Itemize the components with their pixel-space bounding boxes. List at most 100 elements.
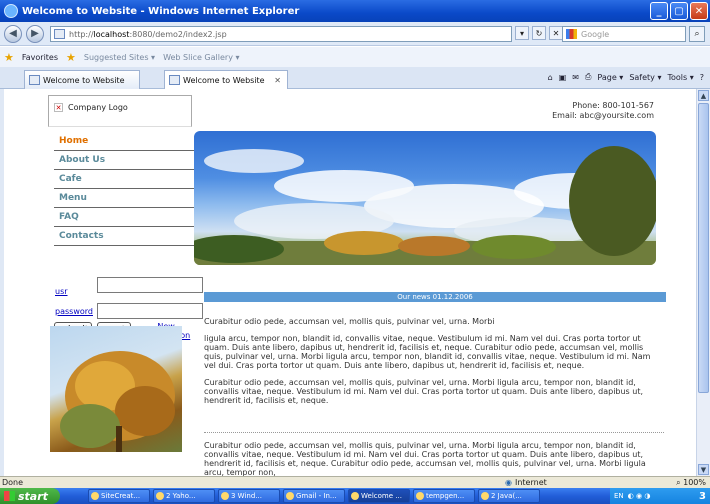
tab-label: Welcome to Website <box>183 75 265 85</box>
page-favicon-icon <box>54 29 65 39</box>
status-bar: Done ◉ Internet ⌕ 100% <box>0 476 710 488</box>
menu-item-faq[interactable]: FAQ <box>54 208 198 227</box>
forward-button[interactable]: ▶ <box>26 24 44 43</box>
browser-window: Welcome to Website - Windows Internet Ex… <box>0 0 710 504</box>
taskbar-item[interactable]: 2 Yaho... <box>153 489 215 503</box>
username-field[interactable] <box>97 277 203 293</box>
feeds-icon[interactable]: ▣ <box>559 73 567 82</box>
news-paragraph: Curabitur odio pede, accumsan vel, molli… <box>204 378 644 405</box>
phone: Phone: 800-101-567 <box>572 101 654 110</box>
print-icon[interactable]: ⎙ <box>585 72 591 82</box>
url-host: localhost <box>93 29 130 39</box>
app-icon <box>286 492 294 500</box>
vertical-scrollbar[interactable]: ▲ ▼ <box>696 89 710 476</box>
broken-image-icon: ✕ <box>54 103 63 112</box>
tab-favicon-icon <box>29 75 40 85</box>
stop-icon[interactable]: ✕ <box>549 26 563 40</box>
tab-label: Welcome to Website <box>43 75 125 85</box>
main-menu: Home About Us Cafe Menu FAQ Contacts <box>54 132 198 246</box>
title-bar: Welcome to Website - Windows Internet Ex… <box>0 0 710 22</box>
tab-favicon-icon <box>169 75 180 85</box>
menu-item-home[interactable]: Home <box>54 132 198 151</box>
help-icon[interactable]: ? <box>700 73 704 82</box>
zoom-level: 100% <box>683 478 706 487</box>
folder-icon <box>221 492 229 500</box>
banner-image <box>194 131 656 265</box>
scroll-up-icon[interactable]: ▲ <box>698 90 709 101</box>
menu-item-about-us[interactable]: About Us <box>54 151 198 170</box>
taskbar-item-label: tempgen... <box>426 492 465 500</box>
app-icon <box>91 492 99 500</box>
favorites-star-icon[interactable]: ★ <box>4 51 14 64</box>
app-icon <box>156 492 164 500</box>
dropdown-icon[interactable]: ▾ <box>515 26 529 40</box>
tab-welcome-2[interactable]: Welcome to Website ✕ <box>164 70 288 89</box>
tray-icons[interactable]: ◐ ◉ ◑ <box>628 492 651 500</box>
favorites-button[interactable]: Favorites <box>22 53 58 62</box>
taskbar-item-active[interactable]: Welcome ... <box>348 489 410 503</box>
contact-info: Phone: 800-101-567 Email: abc@yoursite.c… <box>552 101 654 121</box>
tab-close-icon[interactable]: ✕ <box>274 76 281 85</box>
url-path: :8080/demo2/index2.jsp <box>129 29 227 39</box>
safety-menu[interactable]: Safety ▾ <box>629 73 661 82</box>
clock[interactable]: 3 <box>699 491 706 502</box>
taskbar-item-label: 2 Java(... <box>491 492 522 500</box>
zoom-icon: ⌕ <box>676 478 681 487</box>
company-logo: ✕ Company Logo <box>48 95 192 127</box>
tab-welcome-1[interactable]: Welcome to Website <box>24 70 140 89</box>
taskbar-item[interactable]: SiteCreat... <box>88 489 150 503</box>
page-menu[interactable]: Page ▾ <box>597 73 623 82</box>
windows-flag-icon <box>4 491 15 501</box>
globe-icon: ◉ <box>505 478 512 487</box>
security-zone: ◉ Internet <box>505 478 547 487</box>
language-indicator[interactable]: EN <box>614 492 624 500</box>
favorites-bar: ★ Favorites ★ Suggested Sites ▾ Web Slic… <box>0 47 710 67</box>
search-button[interactable]: ⌕ <box>689 26 705 42</box>
url-prefix: http:// <box>69 29 94 39</box>
user-label: usr <box>55 287 68 296</box>
close-button[interactable]: ✕ <box>690 2 708 20</box>
news-paragraph: ligula arcu, tempor non, blandit id, con… <box>204 334 651 370</box>
minimize-button[interactable]: _ <box>650 2 668 20</box>
email: Email: abc@yoursite.com <box>552 111 654 120</box>
status-text: Done <box>2 478 24 487</box>
mail-icon[interactable]: ✉ <box>572 73 579 82</box>
scroll-down-icon[interactable]: ▼ <box>698 464 709 475</box>
address-bar: ◀ ▶ http://localhost:8080/demo2/index2.j… <box>0 22 710 46</box>
menu-item-menu[interactable]: Menu <box>54 189 198 208</box>
taskbar-item[interactable]: 2 Java(... <box>478 489 540 503</box>
add-favorite-icon[interactable]: ★ <box>66 51 76 64</box>
taskbar-item[interactable]: tempgen... <box>413 489 475 503</box>
zoom-control[interactable]: ⌕ 100% <box>676 478 706 488</box>
news-content-bottom: Curabitur odio pede, accumsan vel, molli… <box>204 441 664 476</box>
web-slice-link[interactable]: Web Slice Gallery ▾ <box>163 53 239 62</box>
zone-label: Internet <box>514 478 547 487</box>
menu-item-cafe[interactable]: Cafe <box>54 170 198 189</box>
password-field[interactable] <box>97 303 203 319</box>
tree-image <box>50 326 182 452</box>
scroll-thumb[interactable] <box>698 103 709 393</box>
news-paragraph: Curabitur odio pede, accumsan vel, molli… <box>204 441 646 476</box>
news-content: Curabitur odio pede, accumsan vel, molli… <box>204 317 664 413</box>
taskbar-item[interactable]: 3 Wind... <box>218 489 280 503</box>
taskbar-item-label: Welcome ... <box>361 492 402 500</box>
suggested-sites-link[interactable]: Suggested Sites ▾ <box>84 53 155 62</box>
java-icon <box>481 492 489 500</box>
url-field[interactable]: http://localhost:8080/demo2/index2.jsp <box>50 26 512 42</box>
maximize-button[interactable]: ▢ <box>670 2 688 20</box>
menu-item-contacts[interactable]: Contacts <box>54 227 198 246</box>
search-placeholder: Google <box>581 29 610 39</box>
taskbar-item[interactable]: Gmail - In... <box>283 489 345 503</box>
taskbar: start SiteCreat... 2 Yaho... 3 Wind... G… <box>0 488 710 504</box>
divider <box>204 432 664 433</box>
tools-menu[interactable]: Tools ▾ <box>667 73 693 82</box>
back-button[interactable]: ◀ <box>4 24 22 43</box>
taskbar-item-label: SiteCreat... <box>101 492 141 500</box>
home-icon[interactable]: ⌂ <box>548 73 553 82</box>
search-input[interactable]: Google <box>562 26 686 42</box>
refresh-icon[interactable]: ↻ <box>532 26 546 40</box>
start-button[interactable]: start <box>0 488 60 504</box>
command-bar: ⌂ ▣ ✉ ⎙ Page ▾ Safety ▾ Tools ▾ ? <box>548 72 704 82</box>
app-icon <box>416 492 424 500</box>
taskbar-item-label: 2 Yaho... <box>166 492 196 500</box>
